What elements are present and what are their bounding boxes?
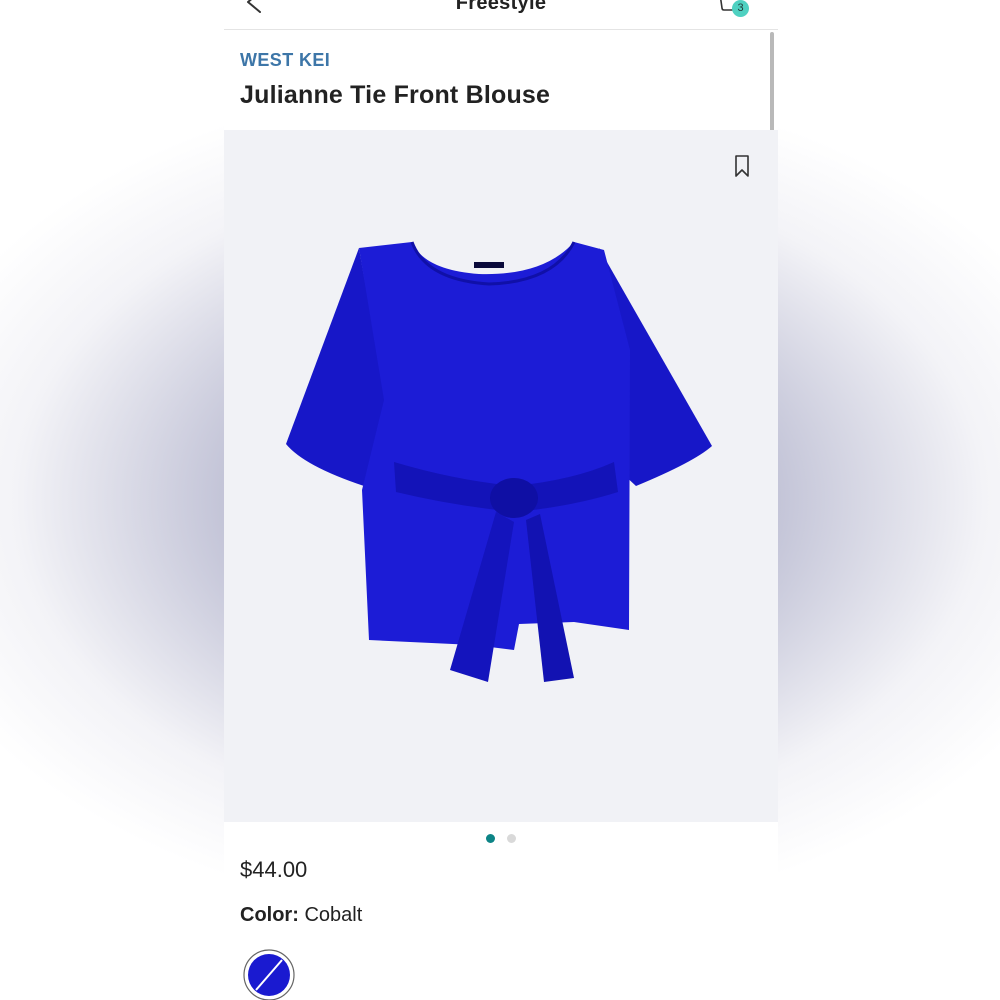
blouse-image [286, 241, 712, 682]
cart-button[interactable]: 3 [718, 0, 758, 22]
gallery-dot-1[interactable] [486, 834, 495, 843]
cart-count-badge: 3 [732, 0, 749, 17]
color-label: Color: [240, 904, 299, 926]
brand-name[interactable]: WEST KEI [240, 50, 330, 71]
product-price: $44.00 [240, 857, 308, 882]
color-selection-label: Color: Cobalt [240, 904, 362, 927]
product-detail-screen: Freestyle 3 WEST KEI Julianne Tie Front … [224, 0, 778, 1000]
bookmark-icon[interactable] [732, 154, 752, 178]
color-value: Cobalt [304, 904, 363, 926]
color-swatch-cobalt[interactable] [242, 948, 296, 1000]
gallery-pagination [224, 834, 778, 843]
gallery-dot-2[interactable] [507, 834, 516, 843]
top-navigation-bar: Freestyle 3 [224, 0, 778, 30]
page-title: Freestyle [455, 0, 547, 14]
product-name: Julianne Tie Front Blouse [240, 81, 551, 109]
product-image-gallery[interactable] [224, 130, 778, 822]
